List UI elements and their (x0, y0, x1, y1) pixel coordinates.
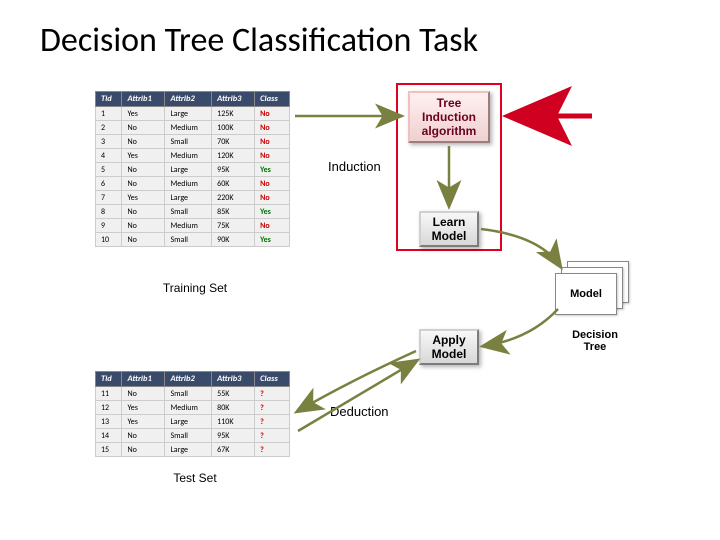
table-row: 11NoSmall55K? (96, 387, 290, 401)
training-set-caption: Training Set (150, 281, 240, 295)
table-header: Attrib3 (212, 372, 255, 387)
table-header: Tid (96, 92, 122, 107)
table-row: 5NoLarge95KYes (96, 163, 290, 177)
table-row: 14NoSmall95K? (96, 429, 290, 443)
table-row: 9NoMedium75KNo (96, 219, 290, 233)
learn-model-box: Learn Model (419, 211, 479, 247)
training-set-table: TidAttrib1Attrib2Attrib3Class 1YesLarge1… (95, 91, 290, 247)
table-header: Class (255, 92, 290, 107)
table-header: Attrib2 (165, 372, 212, 387)
table-header: Attrib1 (122, 92, 165, 107)
table-header: Tid (96, 372, 122, 387)
model-stack: Model (555, 261, 633, 315)
table-row: 6NoMedium60KNo (96, 177, 290, 191)
page-title: Decision Tree Classification Task (0, 0, 720, 61)
deduction-label: Deduction (330, 404, 389, 419)
table-row: 13YesLarge110K? (96, 415, 290, 429)
test-set-caption: Test Set (165, 471, 225, 485)
table-row: 3NoSmall70KNo (96, 135, 290, 149)
table-row: 12YesMedium80K? (96, 401, 290, 415)
table-row: 7YesLarge220KNo (96, 191, 290, 205)
table-row: 10NoSmall90KYes (96, 233, 290, 247)
table-row: 1YesLarge125KNo (96, 107, 290, 121)
table-header: Attrib3 (212, 92, 255, 107)
table-row: 8NoSmall85KYes (96, 205, 290, 219)
table-header: Attrib2 (165, 92, 212, 107)
table-header: Class (255, 372, 290, 387)
table-row: 15NoLarge67K? (96, 443, 290, 457)
table-header: Attrib1 (122, 372, 165, 387)
apply-model-box: Apply Model (419, 329, 479, 365)
table-row: 2NoMedium100KNo (96, 121, 290, 135)
table-row: 4YesMedium120KNo (96, 149, 290, 163)
decision-tree-label: Decision Tree (564, 329, 626, 353)
induction-label: Induction (328, 159, 381, 174)
tree-induction-box: Tree Induction algorithm (408, 91, 490, 143)
diagram-content: TidAttrib1Attrib2Attrib3Class 1YesLarge1… (0, 61, 720, 521)
test-set-table: TidAttrib1Attrib2Attrib3Class 11NoSmall5… (95, 371, 290, 457)
